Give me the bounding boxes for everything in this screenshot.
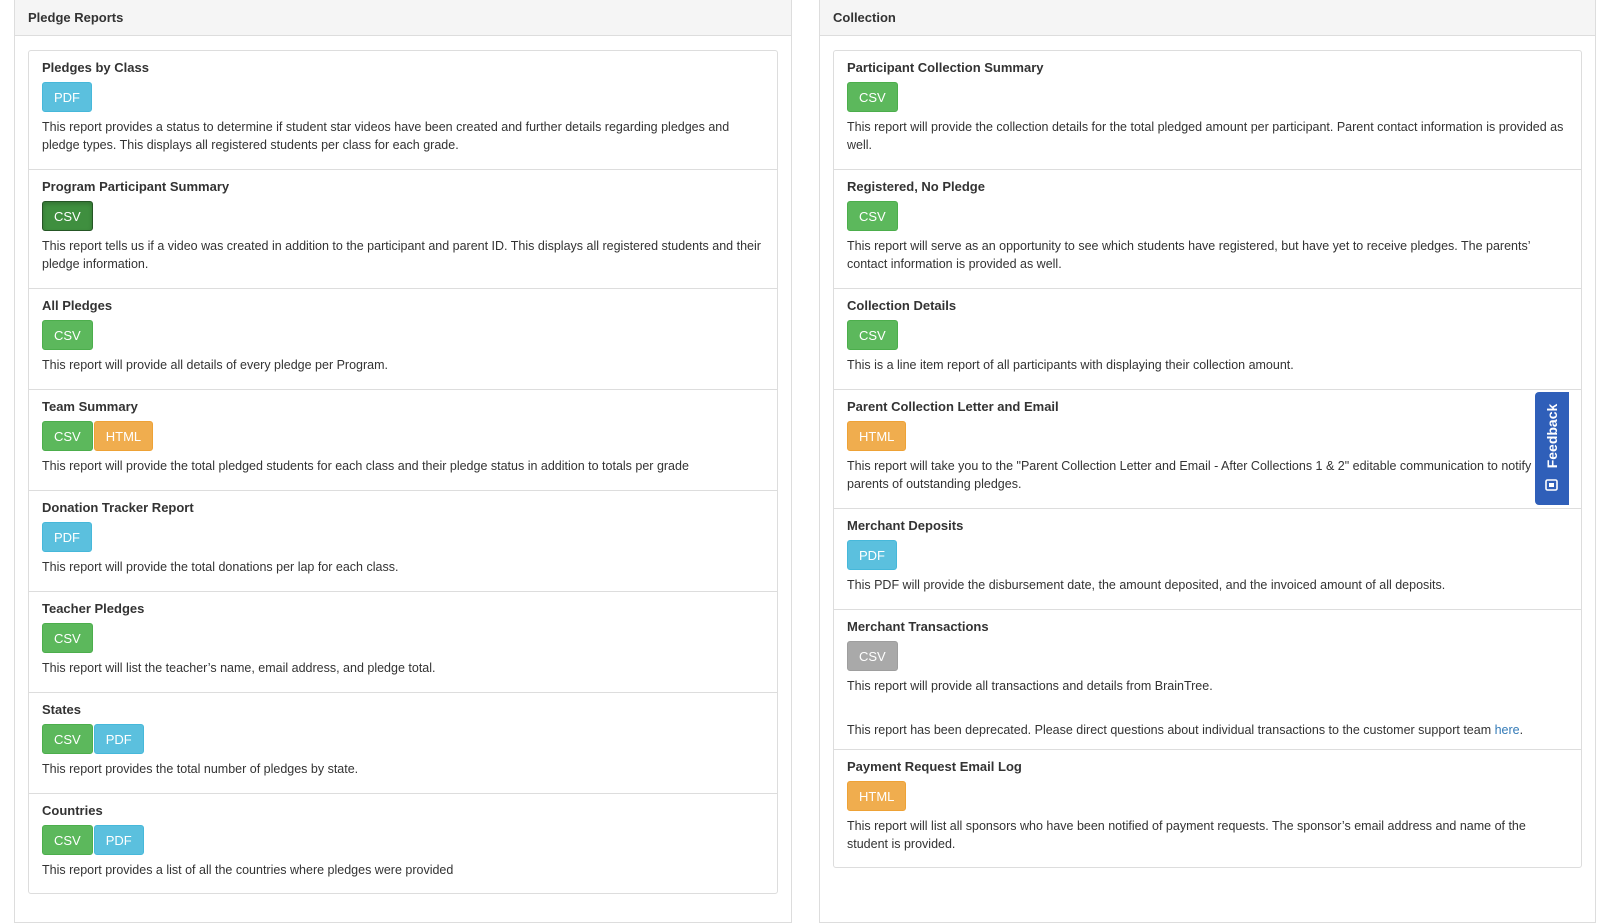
report-states-description: This report provides the total number of… <box>42 762 359 776</box>
report-participant-collection-summary-buttons: CSV <box>847 82 1568 113</box>
report-payment-request-email-log-description: This report will list all sponsors who h… <box>847 819 1526 851</box>
report-registered-no-pledge-description: This report will serve as an opportunity… <box>847 239 1531 271</box>
report-registered-no-pledge-csv-button[interactable]: CSV <box>847 201 898 231</box>
report-collection-details-buttons: CSV <box>847 320 1568 351</box>
report-merchant-deposits-title: Merchant Deposits <box>847 518 964 533</box>
report-donation-tracker-report-buttons: PDF <box>42 522 764 553</box>
report-team-summary-description: This report will provide the total pledg… <box>42 459 689 473</box>
report-pledges-by-class-pdf-button[interactable]: PDF <box>42 82 92 112</box>
report-countries-csv-button[interactable]: CSV <box>42 825 93 855</box>
pledge-reports-panel: Pledge Reports Pledges by Class PDF This r… <box>14 0 792 923</box>
report-all-pledges-csv-button[interactable]: CSV <box>42 320 93 350</box>
report-teacher-pledges-csv-button[interactable]: CSV <box>42 623 93 653</box>
report-registered-no-pledge-buttons: CSV <box>847 201 1568 232</box>
report-participant-collection-summary-csv-button[interactable]: CSV <box>847 82 898 112</box>
report-all-pledges: All Pledges CSV This report will provide a… <box>29 288 777 389</box>
report-participant-collection-summary: Participant Collection Summary CSV This re… <box>834 51 1581 169</box>
report-pledges-by-class-buttons: PDF <box>42 82 764 113</box>
report-payment-request-email-log-buttons: HTML <box>847 781 1568 812</box>
report-all-pledges-title: All Pledges <box>42 298 113 313</box>
report-donation-tracker-report-pdf-button[interactable]: PDF <box>42 522 92 552</box>
report-program-participant-summary-buttons: CSV <box>42 201 764 232</box>
report-collection-details-csv-button[interactable]: CSV <box>847 320 898 350</box>
report-pledges-by-class: Pledges by Class PDF This report provides … <box>29 51 777 169</box>
report-collection-details-title: Collection Details <box>847 298 957 313</box>
deprecation-note-text: This report has been deprecated. Please … <box>847 722 1495 737</box>
feedback-icon <box>1545 479 1558 491</box>
feedback-tab[interactable]: Feedback <box>1535 392 1569 505</box>
report-team-summary-buttons: CSV HTML <box>42 421 764 452</box>
report-merchant-transactions: Merchant Transactions CSV This report will… <box>834 609 1581 749</box>
report-countries: Countries CSV PDF This report provides a li… <box>29 793 777 893</box>
report-payment-request-email-log-title: Payment Request Email Log <box>847 759 1022 774</box>
report-donation-tracker-report-description: This report will provide the total donat… <box>42 560 399 574</box>
report-parent-collection-letter-and-email-description: This report will take you to the "Parent… <box>847 459 1532 491</box>
report-merchant-transactions-description: This report will provide all transaction… <box>847 679 1213 693</box>
report-merchant-deposits-pdf-button[interactable]: PDF <box>847 540 897 570</box>
report-donation-tracker-report-title: Donation Tracker Report <box>42 500 194 515</box>
report-collection-details: Collection Details CSV This is a line item… <box>834 288 1581 389</box>
report-participant-collection-summary-title: Participant Collection Summary <box>847 60 1044 75</box>
report-parent-collection-letter-and-email-html-button[interactable]: HTML <box>847 421 907 451</box>
report-merchant-deposits-buttons: PDF <box>847 540 1568 571</box>
report-teacher-pledges-title: Teacher Pledges <box>42 601 145 616</box>
report-parent-collection-letter-and-email: Parent Collection Letter and Email HTML Th… <box>834 389 1581 508</box>
report-parent-collection-letter-and-email-title: Parent Collection Letter and Email <box>847 399 1059 414</box>
report-program-participant-summary: Program Participant Summary CSV This repor… <box>29 169 777 288</box>
report-payment-request-email-log: Payment Request Email Log HTML This report… <box>834 749 1581 867</box>
report-payment-request-email-log-html-button[interactable]: HTML <box>847 781 907 811</box>
report-pledges-by-class-description: This report provides a status to determi… <box>42 120 730 152</box>
report-parent-collection-letter-and-email-buttons: HTML <box>847 421 1568 452</box>
report-teacher-pledges: Teacher Pledges CSV This report will list … <box>29 591 777 692</box>
pledge-reports-heading: Pledge Reports <box>15 0 791 36</box>
report-merchant-transactions-csv-button: CSV <box>847 641 898 671</box>
customer-support-link[interactable]: here <box>1495 723 1520 737</box>
collection-list: Participant Collection Summary CSV This re… <box>833 50 1582 868</box>
report-states-pdf-button[interactable]: PDF <box>93 724 144 754</box>
report-countries-title: Countries <box>42 803 103 818</box>
report-merchant-transactions-buttons: CSV <box>847 641 1568 672</box>
report-team-summary: Team Summary CSV HTML This report will prov… <box>29 389 777 490</box>
report-registered-no-pledge: Registered, No Pledge CSV This report will… <box>834 169 1581 288</box>
report-program-participant-summary-description: This report tells us if a video was crea… <box>42 239 761 271</box>
report-program-participant-summary-title: Program Participant Summary <box>42 179 230 194</box>
report-registered-no-pledge-title: Registered, No Pledge <box>847 179 985 194</box>
pledge-reports-list: Pledges by Class PDF This report provides … <box>28 50 778 894</box>
report-merchant-transactions-title: Merchant Transactions <box>847 619 989 634</box>
report-team-summary-title: Team Summary <box>42 399 138 414</box>
report-donation-tracker-report: Donation Tracker Report PDF This report wi… <box>29 490 777 591</box>
report-merchant-deposits: Merchant Deposits PDF This PDF will provid… <box>834 508 1581 609</box>
report-teacher-pledges-description: This report will list the teacher’s name… <box>42 661 436 675</box>
deprecation-note-end: . <box>1519 722 1524 737</box>
report-states-csv-button[interactable]: CSV <box>42 724 93 754</box>
report-pledges-by-class-title: Pledges by Class <box>42 60 149 75</box>
report-program-participant-summary-csv-button[interactable]: CSV <box>42 201 93 231</box>
report-countries-buttons: CSV PDF <box>42 825 764 856</box>
report-countries-pdf-button[interactable]: PDF <box>93 825 144 855</box>
report-team-summary-csv-button[interactable]: CSV <box>42 421 93 451</box>
report-states-buttons: CSV PDF <box>42 724 764 755</box>
report-collection-details-description: This is a line item report of all partic… <box>847 358 1294 372</box>
report-team-summary-html-button[interactable]: HTML <box>93 421 154 451</box>
report-merchant-transactions-deprecation-note: This report has been deprecated. Please … <box>847 722 1568 740</box>
collection-heading: Collection <box>820 0 1595 36</box>
collection-panel: Collection Participant Collection Summar… <box>819 0 1596 923</box>
feedback-label: Feedback <box>1544 403 1560 469</box>
report-states: States CSV PDF This report provides the tot… <box>29 692 777 793</box>
report-states-title: States <box>42 702 82 717</box>
report-all-pledges-buttons: CSV <box>42 320 764 351</box>
report-merchant-deposits-description: This PDF will provide the disbursement d… <box>847 578 1446 592</box>
report-teacher-pledges-buttons: CSV <box>42 623 764 654</box>
report-all-pledges-description: This report will provide all details of … <box>42 358 388 372</box>
report-countries-description: This report provides a list of all the c… <box>42 863 454 877</box>
report-participant-collection-summary-description: This report will provide the collection … <box>847 120 1564 152</box>
